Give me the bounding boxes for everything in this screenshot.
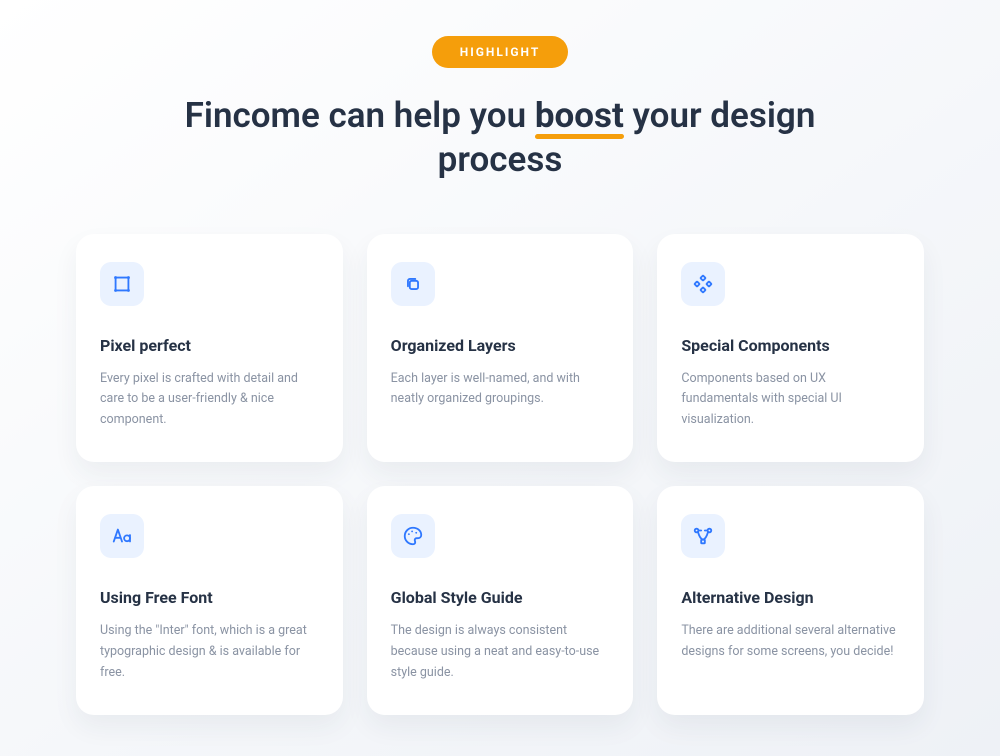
feature-description: Every pixel is crafted with detail and c… — [100, 369, 319, 431]
feature-title: Alternative Design — [681, 588, 900, 607]
feature-card-alternative-design: Alternative Design There are additional … — [657, 486, 924, 715]
vector-icon — [681, 514, 725, 558]
feature-title: Global Style Guide — [391, 588, 610, 607]
feature-title: Pixel perfect — [100, 336, 319, 355]
feature-description: The design is always consistent because … — [391, 621, 610, 683]
features-grid: Pixel perfect Every pixel is crafted wit… — [76, 234, 924, 716]
layers-icon — [391, 262, 435, 306]
feature-card-style-guide: Global Style Guide The design is always … — [367, 486, 634, 715]
feature-title: Special Components — [681, 336, 900, 355]
feature-description: Using the "Inter" font, which is a great… — [100, 621, 319, 683]
feature-card-pixel-perfect: Pixel perfect Every pixel is crafted wit… — [76, 234, 343, 463]
section-headline: Fincome can help you boost your design p… — [180, 94, 820, 182]
crop-icon — [100, 262, 144, 306]
feature-card-free-font: Using Free Font Using the "Inter" font, … — [76, 486, 343, 715]
feature-description: Components based on UX fundamentals with… — [681, 369, 900, 431]
feature-title: Using Free Font — [100, 588, 319, 607]
font-icon — [100, 514, 144, 558]
components-icon — [681, 262, 725, 306]
headline-pre: Fincome can help you — [185, 95, 535, 136]
feature-title: Organized Layers — [391, 336, 610, 355]
headline-highlight: boost — [535, 94, 624, 138]
feature-description: Each layer is well-named, and with neatl… — [391, 369, 610, 410]
highlight-badge: HIGHLIGHT — [432, 36, 569, 68]
feature-description: There are additional several alternative… — [681, 621, 900, 662]
feature-card-special-components: Special Components Components based on U… — [657, 234, 924, 463]
palette-icon — [391, 514, 435, 558]
features-section: HIGHLIGHT Fincome can help you boost you… — [0, 0, 1000, 715]
feature-card-organized-layers: Organized Layers Each layer is well-name… — [367, 234, 634, 463]
